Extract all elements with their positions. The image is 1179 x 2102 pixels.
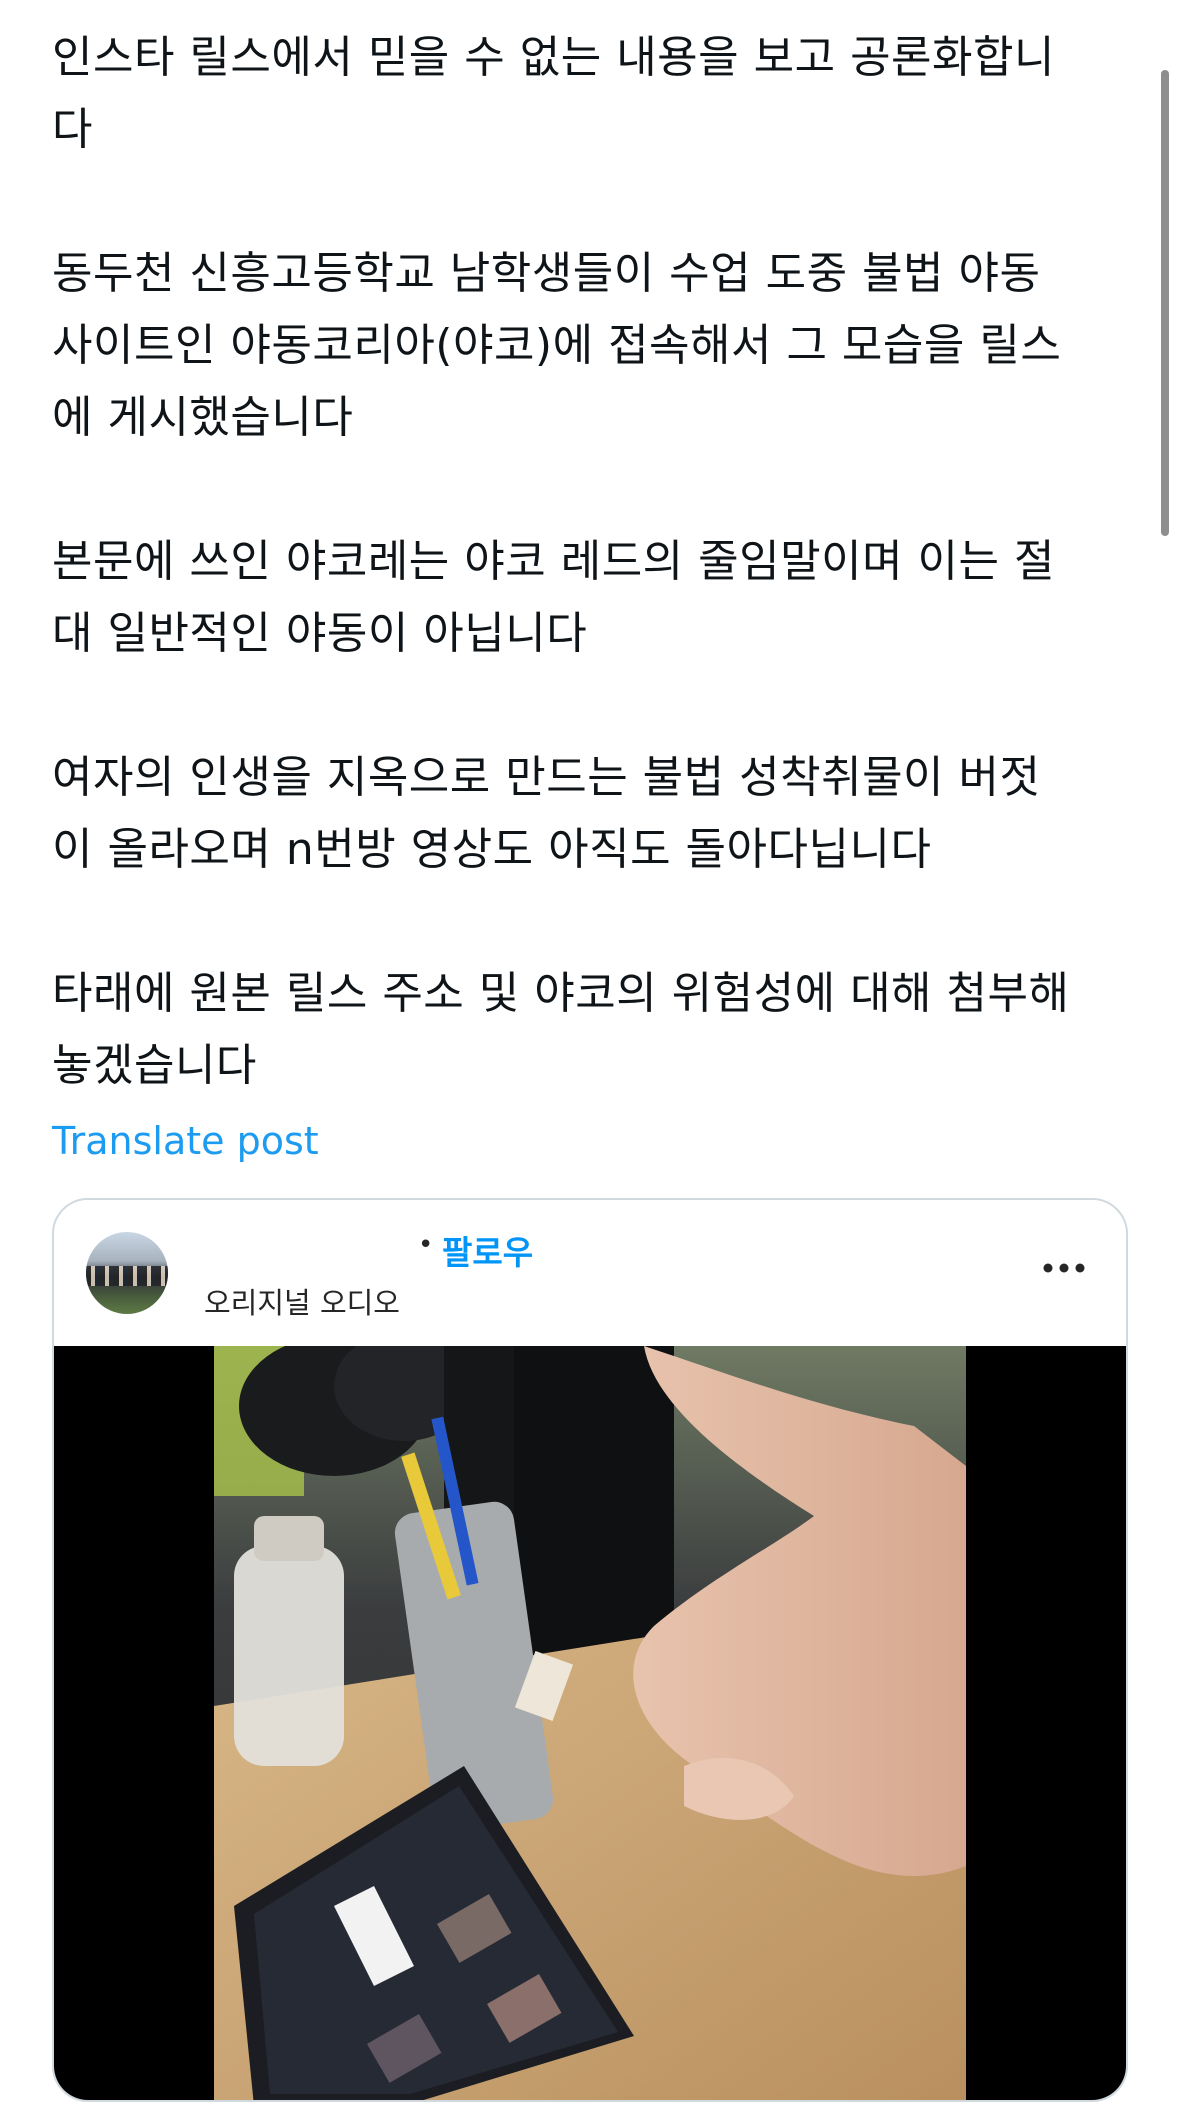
instagram-reel-embed[interactable]: • 팔로우 오리지널 오디오 [52,1198,1128,2102]
reel-video[interactable] [54,1346,1126,2100]
follow-separator: • [418,1230,434,1260]
scrollbar[interactable] [1161,70,1169,536]
post-paragraph-2: 동두천 신흥고등학교 남학생들이 수업 도중 불법 야동 사이트인 야동코리아(… [52,248,1062,443]
post-paragraph-5: 타래에 원본 릴스 주소 및 야코의 위험성에 대해 첨부해 놓겠습니다 [52,968,1070,1091]
post-paragraph-1: 인스타 릴스에서 믿을 수 없는 내용을 보고 공론화합니 다 [52,32,1055,155]
embed-header: • 팔로우 오리지널 오디오 [54,1200,1126,1346]
post-paragraph-4: 여자의 인생을 지옥으로 만드는 불법 성착취물이 버젓 이 올라오며 n번방 … [52,752,1041,875]
translate-post-link[interactable]: Translate post [52,1116,319,1166]
avatar[interactable] [86,1232,168,1314]
more-horizontal-icon[interactable] [1039,1248,1089,1288]
post-paragraph-3: 본문에 쓰인 야코레는 야코 레드의 줄임말이며 이는 절 대 일반적인 야동이… [52,536,1055,659]
original-audio-label[interactable]: 오리지널 오디오 [204,1280,400,1322]
post-text: 인스타 릴스에서 믿을 수 없는 내용을 보고 공론화합니 다 동두천 신흥고등… [52,22,1132,1166]
follow-button[interactable]: 팔로우 [442,1226,533,1274]
video-frame [214,1346,966,2100]
